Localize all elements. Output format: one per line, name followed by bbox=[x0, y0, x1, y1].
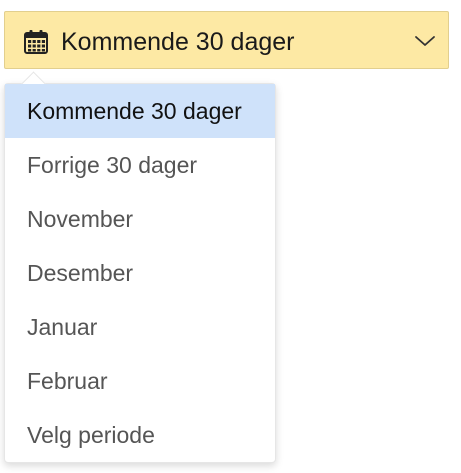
period-option-list: Kommende 30 dager Forrige 30 dager Novem… bbox=[5, 84, 275, 462]
option-november[interactable]: November bbox=[5, 192, 275, 246]
period-dropdown-menu: Kommende 30 dager Forrige 30 dager Novem… bbox=[4, 71, 276, 463]
calendar-icon bbox=[24, 30, 48, 54]
option-velg-periode[interactable]: Velg periode bbox=[5, 408, 275, 462]
page: Kommende 30 dager Kommende 30 dager Forr… bbox=[0, 0, 461, 473]
option-forrige-30-dager[interactable]: Forrige 30 dager bbox=[5, 138, 275, 192]
option-kommende-30-dager[interactable]: Kommende 30 dager bbox=[5, 84, 275, 138]
period-select[interactable]: Kommende 30 dager bbox=[4, 11, 449, 69]
option-januar[interactable]: Januar bbox=[5, 300, 275, 354]
option-desember[interactable]: Desember bbox=[5, 246, 275, 300]
selected-period-label: Kommende 30 dager bbox=[61, 28, 295, 56]
option-februar[interactable]: Februar bbox=[5, 354, 275, 408]
chevron-down-icon bbox=[415, 36, 435, 46]
